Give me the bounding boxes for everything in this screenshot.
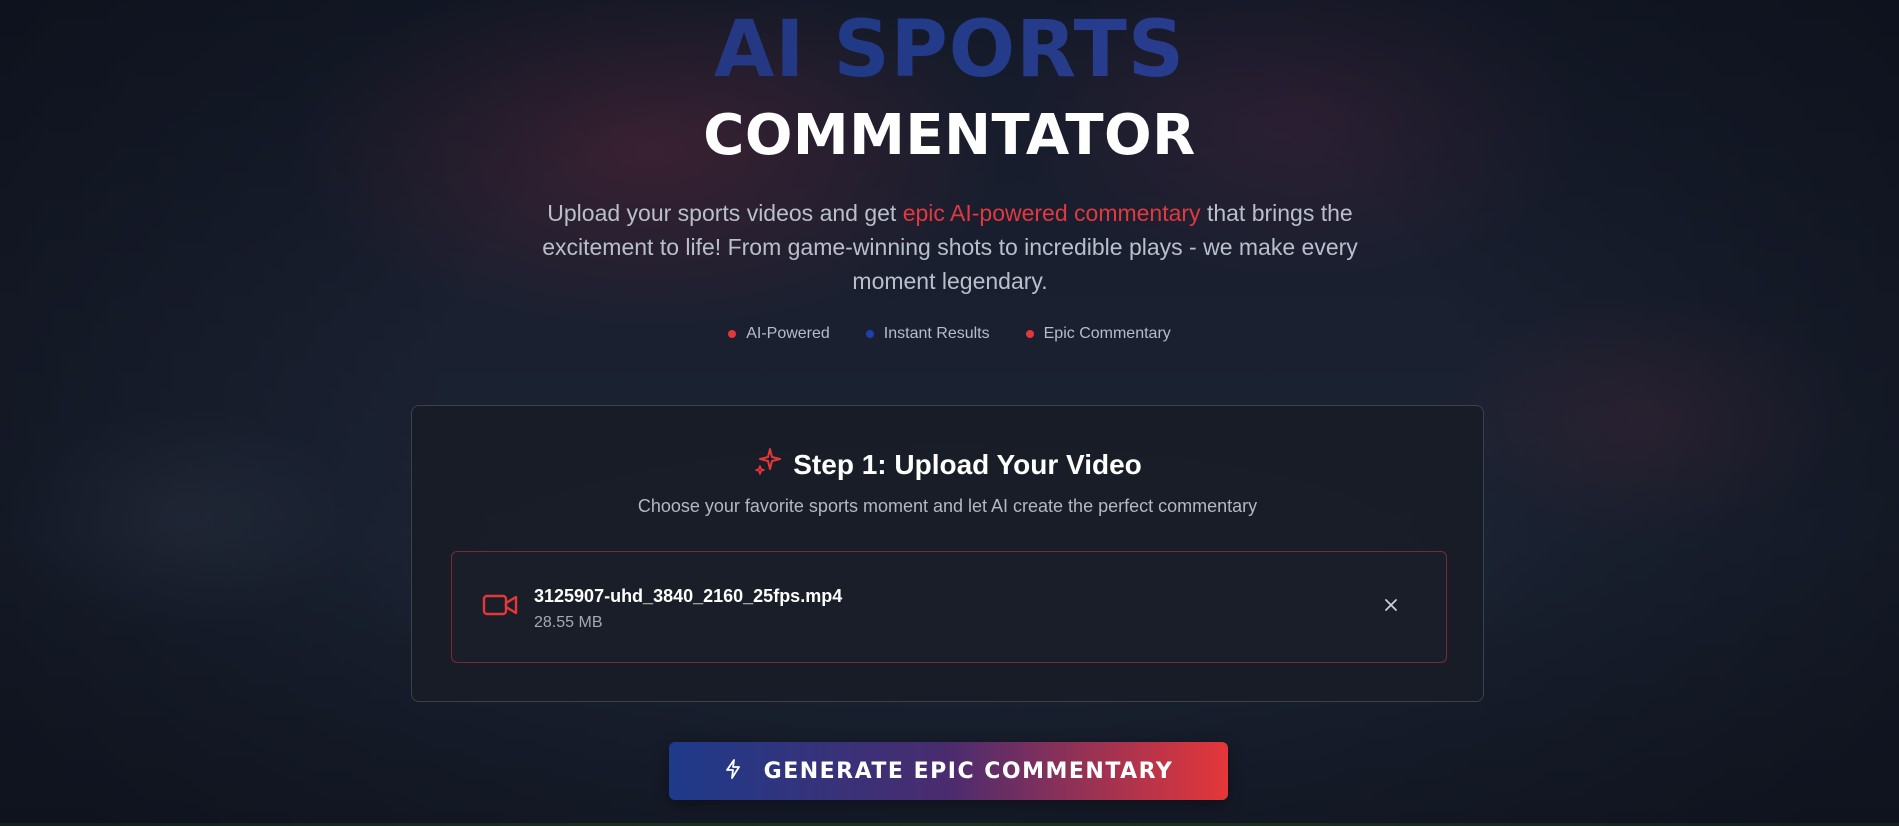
sparkles-icon [753,446,783,483]
badge-instant-results: Instant Results [865,325,990,343]
badge-label: Instant Results [883,325,990,342]
subtitle-text-before: Upload your sports videos and get [547,200,903,226]
upload-card: Step 1: Upload Your Video Choose your fa… [411,405,1484,702]
video-camera-icon [482,592,518,623]
badge-dot [865,330,874,338]
badge-epic-commentary: Epic Commentary [1025,325,1171,343]
generate-commentary-button[interactable]: GENERATE EPIC COMMENTARY [669,742,1228,800]
remove-file-button[interactable] [1378,594,1404,620]
subtitle-highlight: epic AI-powered commentary [902,200,1201,226]
lightning-icon [724,758,742,784]
badge-ai-powered: AI-Powered [728,325,830,343]
badge-label: AI-Powered [746,325,830,342]
generate-button-label: GENERATE EPIC COMMENTARY [763,758,1174,784]
file-name: 3125907-uhd_3840_2160_25fps.mp4 [534,586,843,606]
badge-dot [1025,330,1034,338]
file-size: 28.55 MB [534,614,603,631]
upload-card-title: Step 1: Upload Your Video [412,446,1483,483]
hero-subtitle: Upload your sports videos and get epic A… [540,196,1360,298]
badge-dot [728,330,737,338]
badge-label: Epic Commentary [1043,325,1171,342]
close-icon [1384,598,1398,617]
selected-file[interactable]: 3125907-uhd_3840_2160_25fps.mp4 28.55 MB [451,551,1447,663]
upload-card-subtitle: Choose your favorite sports moment and l… [637,496,1258,516]
title-ai-sports: AI SPORTS [0,2,1899,98]
upload-card-title-text: Step 1: Upload Your Video [793,448,1142,480]
feature-badges: AI-Powered Instant Results Epic Commenta… [0,325,1899,343]
title-commentator: COMMENTATOR [703,103,1196,168]
